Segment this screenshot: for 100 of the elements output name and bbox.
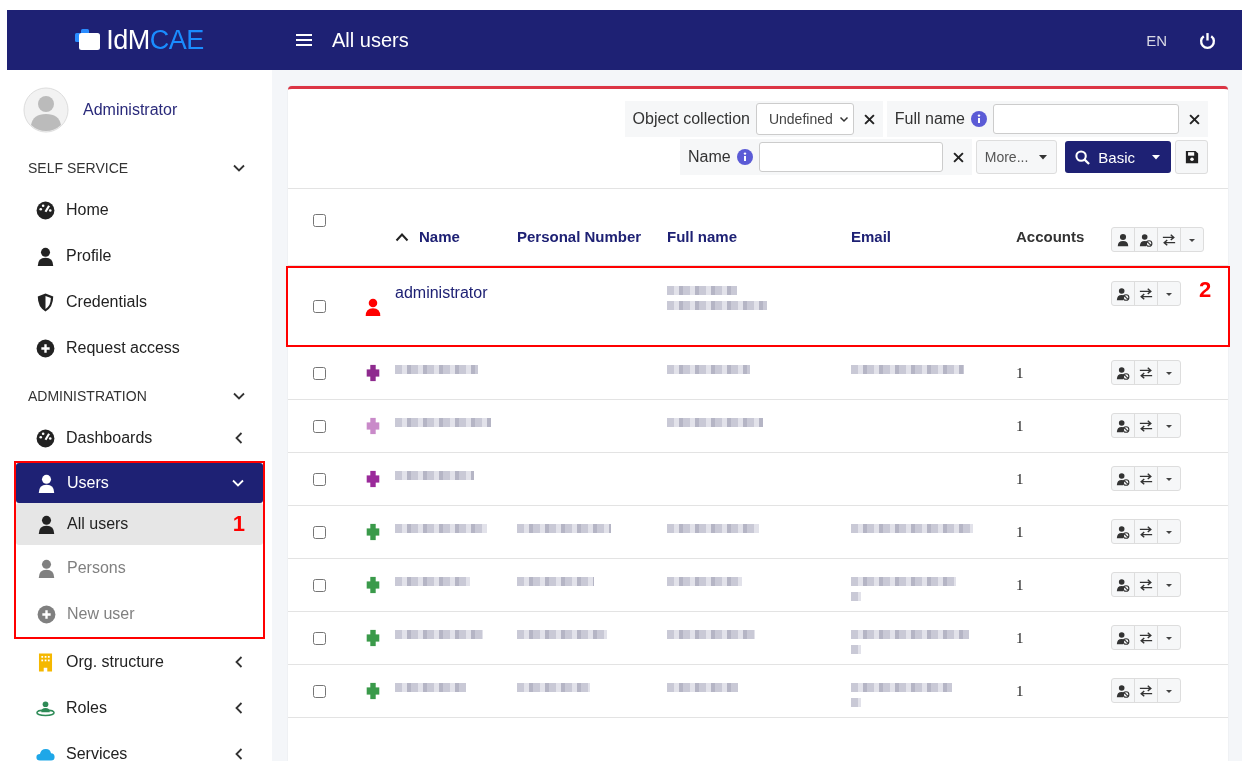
row-checkbox[interactable]: [313, 472, 326, 486]
filter-label: Object collection: [632, 110, 750, 128]
plus-circle-icon: [36, 338, 55, 358]
user-blocked-icon: [1116, 577, 1130, 592]
swap-arrows-icon: [1162, 232, 1176, 247]
search-icon: [1075, 149, 1091, 165]
row-checkbox[interactable]: [313, 525, 326, 539]
nav-item[interactable]: Credentials: [15, 279, 264, 325]
nav-subitem[interactable]: New user: [16, 591, 263, 637]
select-all-checkbox[interactable]: [313, 214, 326, 227]
folder-logo-icon: [75, 29, 102, 51]
power-icon[interactable]: [1199, 31, 1216, 49]
column-header[interactable]: Email: [851, 224, 1016, 250]
caret-icon: [838, 114, 849, 124]
language-link[interactable]: EN: [1146, 31, 1167, 49]
user-icon: [36, 246, 55, 266]
account-count: 1: [1016, 577, 1025, 594]
blurred-text: [851, 645, 861, 654]
nav-item[interactable]: Org. structure: [15, 639, 264, 685]
user-icon: [37, 473, 56, 493]
user-blocked-icon: [1116, 418, 1130, 433]
person-on-ring-icon: [36, 698, 55, 718]
blurred-text: [851, 592, 861, 601]
swap-arrows-icon: [1139, 365, 1153, 380]
user-icon: [37, 558, 56, 578]
info-icon: [736, 149, 753, 165]
swap-arrows-icon: [1139, 418, 1153, 433]
building-icon: [36, 652, 55, 672]
swap-arrows-icon: [1139, 630, 1153, 645]
shield-icon: [36, 292, 55, 312]
nav-item[interactable]: Dashboards: [15, 415, 264, 461]
save-button[interactable]: [1175, 140, 1208, 174]
account-count: 1: [1016, 418, 1025, 435]
account-count: 1: [1016, 471, 1025, 488]
clear-icon[interactable]: [1189, 113, 1200, 125]
column-header[interactable]: Accounts: [1016, 224, 1111, 250]
account-count: 1: [1016, 365, 1025, 382]
clear-icon[interactable]: [952, 151, 964, 163]
user-blocked-icon: [1116, 683, 1130, 698]
column-header[interactable]: Name: [395, 224, 517, 250]
account-count: 1: [1016, 630, 1025, 647]
user-blocked-icon: [1116, 630, 1130, 645]
full-name-field[interactable]: [993, 104, 1179, 134]
account-count: 1: [1016, 683, 1025, 700]
annotation-number: 1: [232, 511, 245, 537]
blurred-text: [667, 286, 737, 295]
search-button[interactable]: Basic: [1065, 141, 1171, 173]
nav-item[interactable]: Roles: [15, 685, 264, 731]
row-checkbox[interactable]: [313, 631, 326, 645]
swap-arrows-icon: [1139, 286, 1153, 301]
gauge-icon: [36, 200, 55, 220]
row-checkbox[interactable]: [313, 366, 326, 380]
account-count: 1: [1016, 524, 1025, 541]
user-icon: [37, 514, 56, 534]
clear-icon[interactable]: [863, 113, 875, 125]
section-header[interactable]: ADMINISTRATION: [15, 377, 264, 415]
nav-item[interactable]: Profile: [15, 233, 264, 279]
swap-arrows-icon: [1139, 683, 1153, 698]
more-button[interactable]: More...: [975, 140, 1058, 174]
section-header[interactable]: SELF SERVICE: [15, 149, 264, 187]
nav-subitem[interactable]: All users 1: [16, 503, 263, 545]
swap-arrows-icon: [1139, 471, 1153, 486]
logo-text: IdMCAE: [106, 24, 204, 56]
plus-circle-icon: [37, 604, 56, 624]
nav-item[interactable]: Services: [15, 731, 264, 761]
row-checkbox[interactable]: [313, 684, 326, 698]
blurred-text: [667, 683, 738, 692]
filter-label: Name: [688, 148, 731, 166]
user-blocked-icon: [1116, 471, 1130, 486]
user-blocked-icon: [1116, 365, 1130, 380]
user-blocked-icon: [1139, 232, 1153, 247]
info-icon: [971, 111, 987, 127]
name-field[interactable]: [758, 142, 943, 172]
nav-item[interactable]: Request access: [15, 325, 264, 371]
user-name-link[interactable]: Administrator: [83, 101, 178, 119]
user-link[interactable]: administrator: [395, 284, 517, 302]
nav-item[interactable]: Home: [15, 187, 264, 233]
annotation-number: 2: [1199, 277, 1212, 303]
blurred-text: [851, 698, 861, 707]
swap-arrows-icon: [1139, 577, 1153, 592]
swap-arrows-icon: [1139, 524, 1153, 539]
user-blocked-icon: [1116, 524, 1130, 539]
avatar-icon: [23, 87, 69, 133]
caret-icon: [1038, 152, 1049, 162]
blurred-text: [395, 683, 466, 692]
menu-icon[interactable]: [296, 33, 312, 47]
user-icon: [1116, 232, 1130, 247]
nav-item[interactable]: Users: [16, 463, 263, 503]
page-title: All users: [332, 28, 410, 52]
column-header[interactable]: Personal Number: [517, 224, 667, 250]
nav-subitem[interactable]: Persons: [16, 545, 263, 591]
row-checkbox[interactable]: [313, 578, 326, 592]
user-blocked-icon: [1116, 286, 1130, 301]
row-checkbox[interactable]: [313, 300, 326, 313]
row-checkbox[interactable]: [313, 419, 326, 433]
sort-up-icon: [395, 232, 409, 242]
collection-select[interactable]: Undefined: [755, 103, 854, 135]
column-header[interactable]: Full name: [667, 224, 851, 250]
caret-icon: [1151, 152, 1161, 162]
gauge-icon: [36, 428, 55, 448]
